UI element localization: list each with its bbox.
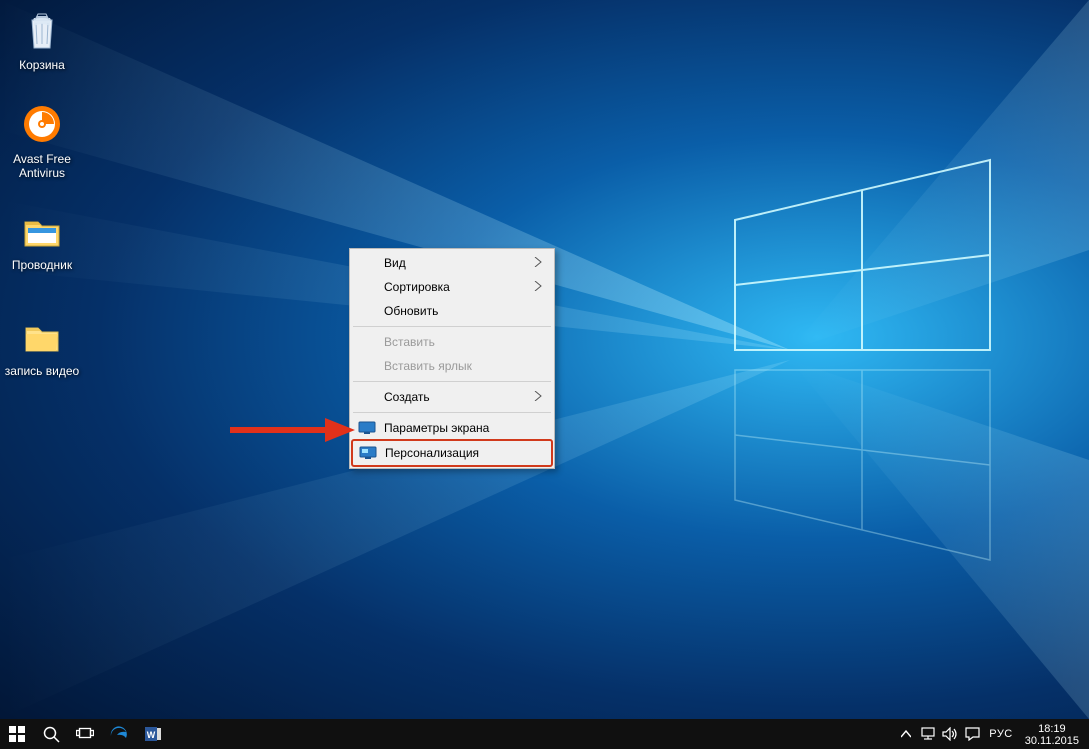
context-menu-label: Сортировка bbox=[384, 280, 450, 294]
start-button[interactable] bbox=[0, 719, 34, 749]
search-button[interactable] bbox=[34, 719, 68, 749]
context-menu-item-sort[interactable]: Сортировка bbox=[352, 275, 552, 299]
context-menu-item-personalization[interactable]: Персонализация bbox=[353, 441, 551, 465]
clock-date: 30.11.2015 bbox=[1025, 735, 1079, 747]
desktop-icon-video-record[interactable]: запись видео bbox=[4, 312, 80, 378]
chevron-up-icon bbox=[901, 730, 911, 738]
tray-language-indicator[interactable]: РУС bbox=[983, 728, 1019, 740]
submenu-arrow-icon bbox=[534, 280, 542, 294]
task-view-icon bbox=[76, 727, 94, 741]
context-menu-item-create[interactable]: Создать bbox=[352, 385, 552, 409]
display-settings-icon bbox=[358, 421, 376, 435]
context-menu-item-view[interactable]: Вид bbox=[352, 251, 552, 275]
tray-clock[interactable]: 18:19 30.11.2015 bbox=[1019, 721, 1089, 747]
desktop-icon-label: Avast Free Antivirus bbox=[4, 152, 80, 180]
desktop-icon-label: Проводник bbox=[4, 258, 80, 272]
highlighted-item-annotation: Персонализация bbox=[351, 439, 553, 467]
language-label: РУС bbox=[989, 728, 1013, 740]
tray-overflow-button[interactable] bbox=[895, 719, 917, 749]
windows-logo-icon bbox=[9, 726, 25, 742]
context-menu-label: Вид bbox=[384, 256, 406, 270]
taskbar-pinned-word[interactable]: W bbox=[136, 719, 170, 749]
desktop-icon-explorer[interactable]: Проводник bbox=[4, 206, 80, 272]
network-icon bbox=[920, 727, 936, 741]
context-menu-item-paste-shortcut: Вставить ярлык bbox=[352, 354, 552, 378]
personalization-icon bbox=[359, 446, 377, 460]
context-menu-item-refresh[interactable]: Обновить bbox=[352, 299, 552, 323]
tray-volume-button[interactable] bbox=[939, 719, 961, 749]
context-menu-label: Вставить bbox=[384, 335, 435, 349]
system-tray: РУС 18:19 30.11.2015 bbox=[895, 719, 1089, 749]
notification-icon bbox=[965, 727, 980, 741]
file-explorer-icon bbox=[18, 206, 66, 254]
recycle-bin-icon bbox=[18, 6, 66, 54]
red-arrow-annotation bbox=[230, 415, 360, 450]
desktop-icon-avast[interactable]: Avast Free Antivirus bbox=[4, 100, 80, 180]
desktop-icon-label: Корзина bbox=[4, 58, 80, 72]
context-menu-label: Параметры экрана bbox=[384, 421, 489, 435]
tray-network-button[interactable] bbox=[917, 719, 939, 749]
volume-icon bbox=[942, 727, 958, 741]
context-menu-label: Обновить bbox=[384, 304, 438, 318]
tray-action-center-button[interactable] bbox=[961, 719, 983, 749]
word-icon: W bbox=[143, 724, 163, 744]
context-menu-label: Персонализация bbox=[385, 446, 479, 460]
desktop-area[interactable]: Корзина Avast Free Antivirus Проводник bbox=[0, 0, 1089, 719]
context-menu-separator bbox=[353, 412, 551, 413]
context-menu-label: Вставить ярлык bbox=[384, 359, 472, 373]
task-view-button[interactable] bbox=[68, 719, 102, 749]
submenu-arrow-icon bbox=[534, 256, 542, 270]
context-menu-label: Создать bbox=[384, 390, 430, 404]
taskbar-pinned-edge[interactable] bbox=[102, 719, 136, 749]
folder-icon bbox=[18, 312, 66, 360]
edge-icon bbox=[109, 724, 129, 744]
clock-time: 18:19 bbox=[1025, 723, 1079, 735]
context-menu-item-paste: Вставить bbox=[352, 330, 552, 354]
context-menu-separator bbox=[353, 381, 551, 382]
search-icon bbox=[43, 726, 60, 743]
taskbar: W РУС 18: bbox=[0, 719, 1089, 749]
svg-text:W: W bbox=[147, 730, 156, 740]
context-menu-item-display-settings[interactable]: Параметры экрана bbox=[352, 416, 552, 440]
submenu-arrow-icon bbox=[534, 390, 542, 404]
desktop-icon-label: запись видео bbox=[4, 364, 80, 378]
desktop-icon-recycle-bin[interactable]: Корзина bbox=[4, 6, 80, 72]
avast-icon bbox=[18, 100, 66, 148]
context-menu-separator bbox=[353, 326, 551, 327]
desktop-context-menu: Вид Сортировка Обновить Вставить Вставит… bbox=[349, 248, 555, 469]
